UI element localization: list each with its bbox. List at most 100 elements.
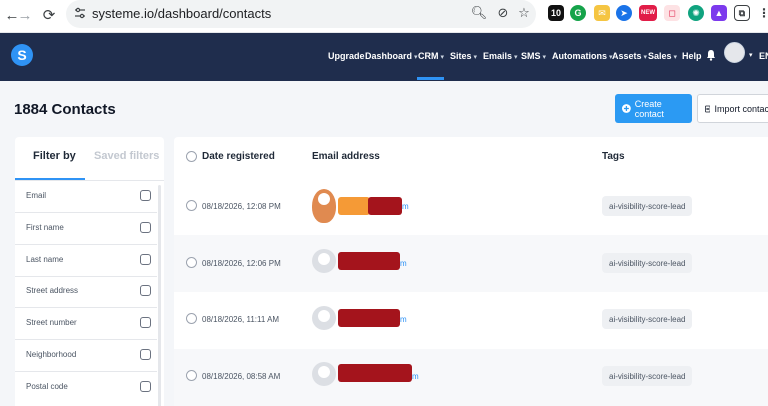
row-date: 08/18/2026, 12:08 PM xyxy=(202,202,281,211)
filter-checkbox[interactable] xyxy=(140,349,151,360)
chevron-down-icon: ▾ xyxy=(514,54,518,61)
nav-label: Help xyxy=(682,51,702,61)
forward-icon[interactable]: → xyxy=(14,4,36,26)
column-header-tags[interactable]: Tags xyxy=(602,151,625,162)
filter-scrollbar[interactable] xyxy=(158,185,161,406)
column-header-email[interactable]: Email address xyxy=(312,151,380,162)
row-email[interactable]: m xyxy=(400,315,407,324)
systeme-logo[interactable]: S xyxy=(11,44,33,66)
import-contacts-label: Import contacts xyxy=(714,103,768,114)
menu-dots-icon[interactable]: ⋮ xyxy=(756,5,768,21)
chatgpt-extension-icon[interactable]: ✺ xyxy=(688,5,704,21)
nav-sms[interactable]: SMS ▾ xyxy=(521,51,546,61)
filter-checkbox[interactable] xyxy=(140,317,151,328)
extension-badge-icon[interactable]: 10 xyxy=(548,5,564,21)
chevron-down-icon: ▾ xyxy=(643,54,648,61)
extension-badge-count: 10 xyxy=(550,8,561,18)
new-extension-icon[interactable]: NEW xyxy=(639,5,657,21)
redacted-email xyxy=(338,197,370,215)
filter-panel: Filter by Saved filters Email First name… xyxy=(15,137,164,406)
nav-sites[interactable]: Sites ▾ xyxy=(450,51,477,61)
language-selector[interactable]: EN xyxy=(759,51,768,61)
chevron-down-icon[interactable]: ▾ xyxy=(749,51,753,59)
row-select-radio[interactable] xyxy=(186,313,197,324)
create-contact-label: Create contact xyxy=(634,98,664,119)
column-header-date[interactable]: Date registered xyxy=(202,151,275,162)
row-email[interactable]: m xyxy=(412,372,419,381)
nav-emails[interactable]: Emails ▾ xyxy=(483,51,518,61)
chevron-down-icon: ▾ xyxy=(473,54,478,61)
extensions-puzzle-icon[interactable]: ⧉ xyxy=(734,5,750,21)
nav-label: Automations xyxy=(552,51,607,61)
row-select-radio[interactable] xyxy=(186,257,197,268)
row-tag[interactable]: ai-visibility-score-lead xyxy=(602,253,693,273)
table-row[interactable]: 08/18/2026, 12:06 PM m ai-visibility-sco… xyxy=(174,235,768,292)
row-email[interactable]: m xyxy=(400,259,407,268)
user-avatar[interactable] xyxy=(724,42,745,63)
nav-label: Assets xyxy=(612,51,642,61)
nav-help[interactable]: Help xyxy=(682,51,702,61)
tab-saved-filters[interactable]: Saved filters xyxy=(94,150,159,162)
zoom-icon[interactable]: 🔍︎ xyxy=(471,5,488,21)
tab-filter-by[interactable]: Filter by xyxy=(33,150,76,162)
row-select-radio[interactable] xyxy=(186,200,197,211)
row-select-radio[interactable] xyxy=(186,370,197,381)
active-nav-indicator xyxy=(417,77,444,80)
mail-extension-icon[interactable]: ✉ xyxy=(594,5,610,21)
filter-item-label: Email xyxy=(26,191,47,200)
filter-item-first-name[interactable]: First name xyxy=(15,213,157,245)
filter-item-label: Street address xyxy=(26,286,79,295)
row-tag[interactable]: ai-visibility-score-lead xyxy=(602,309,693,329)
bell-icon[interactable] xyxy=(705,49,717,61)
new-extension-label: NEW xyxy=(641,10,655,16)
filter-item-label: Street number xyxy=(26,318,77,327)
nav-label: Emails xyxy=(483,51,513,61)
filter-item-label: Last name xyxy=(26,255,64,264)
nav-automations[interactable]: Automations ▾ xyxy=(552,51,613,61)
filter-checkbox[interactable] xyxy=(140,222,151,233)
row-email[interactable]: m xyxy=(402,202,409,211)
filter-checkbox[interactable] xyxy=(140,381,151,392)
import-contacts-button[interactable]: Import contacts xyxy=(697,94,768,123)
row-tag[interactable]: ai-visibility-score-lead xyxy=(602,196,693,216)
pink-extension-icon[interactable]: ◻ xyxy=(664,5,680,21)
filter-item-label: First name xyxy=(26,223,64,232)
filter-item-street-address[interactable]: Street address xyxy=(15,276,157,308)
plus-circle-icon xyxy=(622,104,631,113)
filter-item-email[interactable]: Email xyxy=(15,181,157,213)
filter-item-last-name[interactable]: Last name xyxy=(15,245,157,277)
row-tag[interactable]: ai-visibility-score-lead xyxy=(602,366,693,386)
grammarly-icon[interactable]: G xyxy=(570,5,586,21)
table-row[interactable]: 08/18/2026, 11:11 AM m ai-visibility-sco… xyxy=(174,292,768,349)
nav-upgrade[interactable]: Upgrade xyxy=(328,51,365,61)
filter-item-label: Postal code xyxy=(26,382,68,391)
filter-checkbox[interactable] xyxy=(140,254,151,265)
table-row[interactable]: 08/18/2026, 12:08 PM m ai-visibility-sco… xyxy=(174,178,768,235)
nav-label: CRM xyxy=(418,51,439,61)
site-info-icon[interactable] xyxy=(74,7,86,19)
nav-label: SMS xyxy=(521,51,541,61)
filter-item-postal-code[interactable]: Postal code xyxy=(15,372,157,404)
contact-avatar xyxy=(312,249,336,273)
reload-icon[interactable]: ⟳ xyxy=(38,4,60,26)
filter-item-neighborhood[interactable]: Neighborhood xyxy=(15,340,157,372)
filter-checkbox[interactable] xyxy=(140,190,151,201)
import-file-icon xyxy=(705,105,711,112)
arrow-extension-icon[interactable]: ➤ xyxy=(616,5,632,21)
tracking-blocked-icon[interactable]: ⊘ xyxy=(495,5,511,21)
nav-assets[interactable]: Assets ▾ xyxy=(612,51,647,61)
redacted-email xyxy=(338,364,412,382)
nav-label: Sites xyxy=(450,51,472,61)
table-row[interactable]: 08/18/2026, 08:58 AM m ai-visibility-sco… xyxy=(174,349,768,406)
nav-crm[interactable]: CRM ▾ xyxy=(418,51,444,61)
select-all-radio[interactable] xyxy=(186,151,197,162)
nav-dashboard[interactable]: Dashboard ▾ xyxy=(365,51,418,61)
bookmark-star-icon[interactable]: ☆ xyxy=(516,5,532,21)
redacted-email xyxy=(368,197,402,215)
fox-extension-icon[interactable]: ▲ xyxy=(711,5,727,21)
address-bar[interactable]: systeme.io/dashboard/contacts 🔍︎ ⊘ ☆ xyxy=(66,0,536,28)
filter-item-street-number[interactable]: Street number xyxy=(15,308,157,340)
create-contact-button[interactable]: Create contact xyxy=(615,94,692,123)
nav-sales[interactable]: Sales ▾ xyxy=(648,51,677,61)
filter-checkbox[interactable] xyxy=(140,285,151,296)
